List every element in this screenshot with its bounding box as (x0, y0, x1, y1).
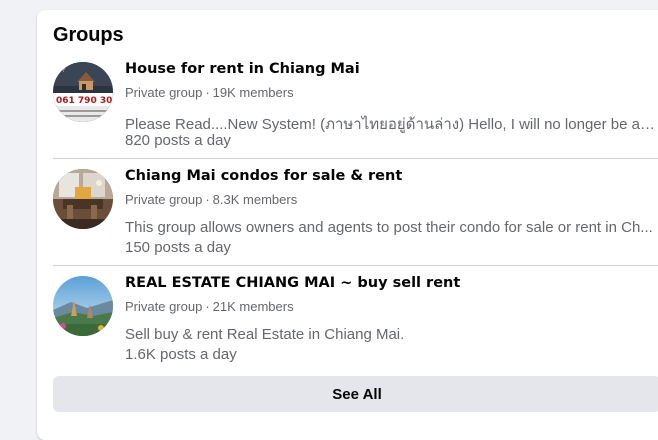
see-all-button[interactable]: See All (53, 376, 658, 412)
group-meta: Private group · 8.3K members (125, 192, 297, 207)
divider (53, 158, 658, 159)
group-item[interactable]: RTY 061 790 303 House for rent in Chiang… (37, 55, 658, 162)
group-description: Sell buy & rent Real Estate in Chiang Ma… (125, 326, 405, 343)
group-members: 8.3K members (212, 192, 298, 207)
group-activity: 820 posts a day (125, 132, 231, 149)
thumb-phone-text: 061 790 303 (56, 96, 113, 106)
group-name[interactable]: REAL ESTATE CHIANG MAI ~ buy sell rent (125, 275, 460, 291)
group-activity: 1.6K posts a day (125, 346, 237, 363)
group-name[interactable]: House for rent in Chiang Mai (125, 61, 360, 77)
separator-dot: · (205, 192, 210, 207)
pagoda-landscape-photo-icon[interactable] (53, 276, 113, 336)
house-photo-icon[interactable]: RTY 061 790 303 (53, 62, 113, 122)
section-title: Groups (53, 24, 124, 46)
group-item[interactable]: Chiang Mai condos for sale & rent Privat… (37, 162, 658, 269)
separator-dot: · (205, 299, 210, 314)
condo-interior-photo-icon[interactable] (53, 169, 113, 229)
group-item[interactable]: REAL ESTATE CHIANG MAI ~ buy sell rent P… (37, 269, 658, 376)
group-privacy: Private group (125, 85, 203, 100)
group-members: 19K members (212, 85, 294, 100)
divider (53, 265, 658, 266)
group-members: 21K members (212, 299, 294, 314)
group-meta: Private group · 21K members (125, 299, 294, 314)
group-privacy: Private group (125, 192, 203, 207)
group-name[interactable]: Chiang Mai condos for sale & rent (125, 168, 402, 184)
group-meta: Private group · 19K members (125, 85, 294, 100)
separator-dot: · (205, 85, 210, 100)
group-activity: 150 posts a day (125, 239, 231, 256)
group-privacy: Private group (125, 299, 203, 314)
groups-card: Groups RTY 061 790 303 House for rent in… (37, 10, 658, 440)
svg-text:RTY: RTY (56, 68, 66, 74)
group-description: This group allows owners and agents to p… (125, 219, 653, 236)
